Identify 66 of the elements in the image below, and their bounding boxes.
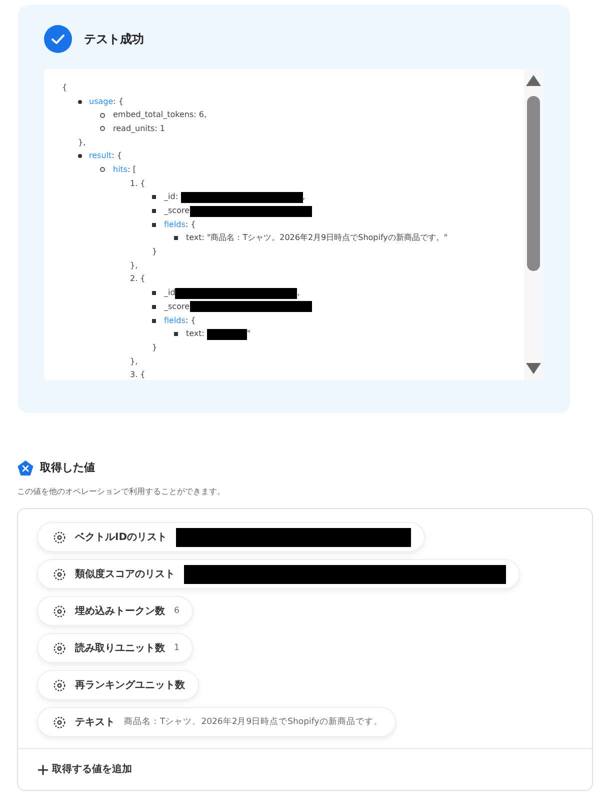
section-subtitle: この値を他のオペレーションで利用することができます。: [17, 486, 225, 498]
value-chip[interactable]: 埋め込みトークン数 6: [37, 596, 194, 626]
json-key: _score: [164, 205, 190, 218]
json-key: 1.: [130, 178, 138, 190]
json-text: : {: [185, 218, 196, 231]
json-text: : 1: [154, 122, 166, 135]
node-icon: [53, 530, 66, 544]
json-key: embed_total_tokens: [113, 109, 194, 122]
node-icon: [53, 568, 66, 580]
value-chip[interactable]: 類似度スコアのリスト: [37, 559, 520, 589]
json-key: _id: [164, 287, 176, 300]
json-key: 3.: [130, 369, 138, 380]
section-title: 取得した値: [40, 460, 95, 476]
json-key: 2.: [130, 273, 138, 286]
json-text: }: [152, 246, 158, 258]
chip-label: テキスト: [75, 716, 115, 730]
json-key-link[interactable]: fields: [164, 314, 186, 327]
json-text: {: [139, 273, 146, 286]
node-icon: [53, 642, 66, 654]
value-chip[interactable]: テキスト 商品名：Tシャツ。2026年2月9日時点でShopifyの新商品です。: [37, 707, 396, 737]
chip-label: 読み取りユニット数: [75, 642, 165, 656]
node-icon: [53, 604, 66, 618]
json-text: {: [139, 178, 146, 190]
json-text: :: [175, 191, 180, 204]
json-text: ,: [302, 191, 306, 204]
json-key: text: [186, 232, 202, 244]
json-text: : "商品名：Tシャツ。2026年2月9日時点でShopifyの新商品です。": [202, 232, 448, 244]
json-key: _score: [164, 300, 190, 313]
json-text: : {: [185, 314, 196, 327]
json-text: }: [152, 342, 158, 354]
add-value-button[interactable]: 取得する値を追加: [38, 762, 132, 777]
scrollbar-thumb[interactable]: [527, 96, 540, 271]
chip-value: 6: [174, 604, 180, 618]
node-icon: [53, 678, 66, 692]
scroll-up-icon[interactable]: [526, 75, 541, 86]
json-text: : {: [112, 150, 122, 162]
json-text: : {: [113, 96, 124, 108]
json-key: text: [186, 328, 202, 340]
json-key: read_units: [113, 122, 155, 135]
json-text: :: [202, 328, 206, 340]
variable-icon: [17, 460, 34, 477]
value-chip[interactable]: 再ランキングユニット数: [37, 670, 199, 700]
plus-icon: [38, 764, 48, 774]
scroll-down-icon[interactable]: [526, 363, 541, 374]
json-key-link[interactable]: fields: [164, 218, 186, 231]
json-text: },: [78, 136, 86, 149]
json-text: : 6,: [194, 109, 206, 122]
value-chip[interactable]: 読み取りユニット数 1: [37, 633, 194, 663]
chip-label: ベクトルIDのリスト: [75, 530, 168, 544]
chip-label: 再ランキングユニット数: [75, 678, 185, 692]
json-text: },: [130, 260, 138, 272]
json-text: ,: [297, 287, 300, 300]
json-text: : [: [128, 164, 136, 176]
chip-value: 1: [174, 642, 180, 654]
value-chip[interactable]: ベクトルIDのリスト: [37, 522, 426, 552]
json-text: },: [130, 356, 138, 368]
chip-label: 類似度スコアのリスト: [75, 567, 175, 582]
json-text: {: [139, 369, 146, 380]
node-icon: [53, 716, 66, 728]
chip-label: 埋め込みトークン数: [75, 604, 165, 618]
json-key: _id: [164, 191, 176, 204]
result-title: テスト成功: [84, 31, 144, 48]
json-text: {: [62, 82, 68, 94]
json-text: ": [247, 328, 251, 340]
json-key-link[interactable]: usage: [89, 96, 114, 108]
chip-value: 商品名：Tシャツ。2026年2月9日時点でShopifyの新商品です。: [124, 716, 382, 728]
